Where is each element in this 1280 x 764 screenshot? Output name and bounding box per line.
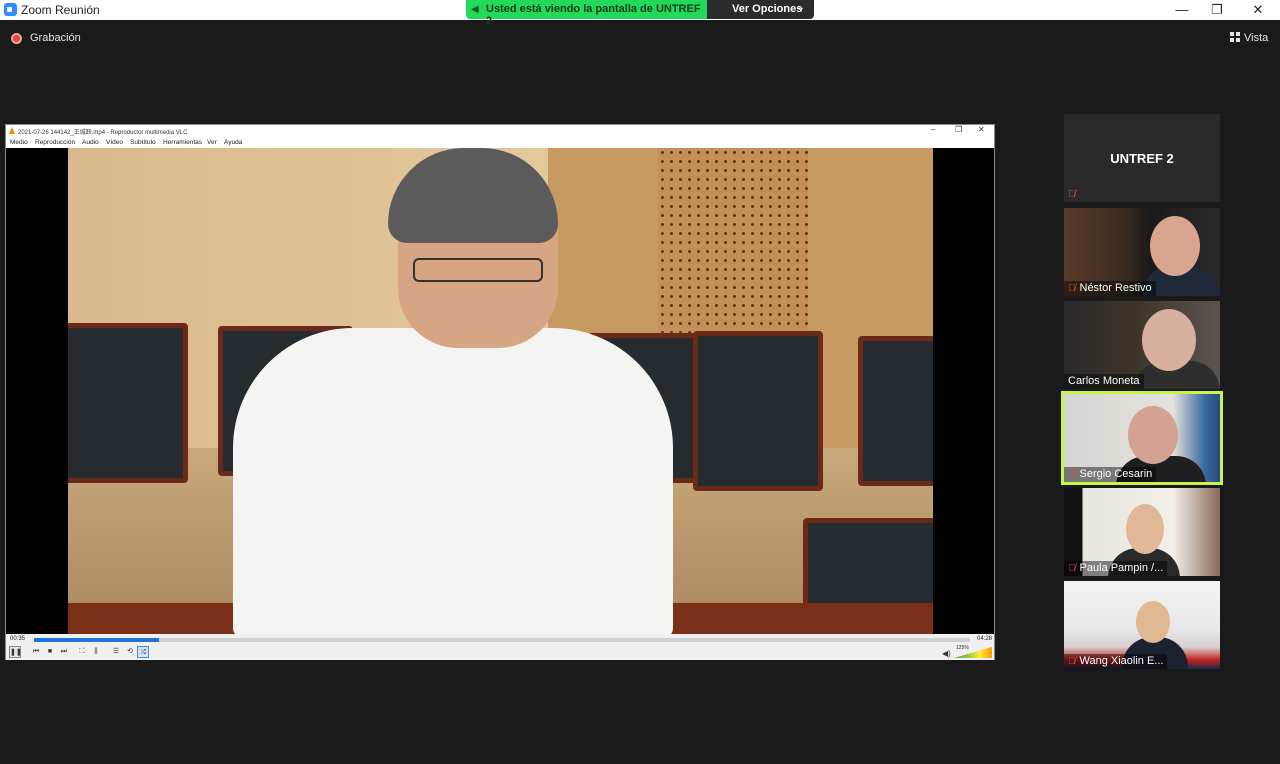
shared-vlc-window: 2021-07-26 144142_王城跃.mp4 - Reproductor … [5, 124, 995, 660]
vlc-title-bar: 2021-07-26 144142_王城跃.mp4 - Reproductor … [6, 125, 994, 136]
participant-tile[interactable]: 🎙̸ Paula Pampin /... [1064, 488, 1220, 576]
participant-name: Wang Xiaolin E... [1079, 655, 1164, 667]
share-banner-text: Usted está viendo la pantalla de UNTREF … [486, 3, 701, 27]
participant-name: Sergio Cesarin [1079, 468, 1153, 480]
vlc-playlist-icon: ☰ [112, 648, 120, 655]
vlc-window-title: 2021-07-26 144142_王城跃.mp4 - Reproductor … [18, 130, 188, 136]
vlc-menu-item: Audio [82, 139, 99, 146]
vlc-time-total: 04:28 [977, 636, 993, 642]
view-button[interactable]: Vista [1230, 32, 1268, 44]
recording-dot-icon [11, 33, 22, 44]
participant-label: 🎙̸ Néstor Restivo [1064, 281, 1156, 296]
vlc-volume-label: 125% [956, 645, 969, 651]
speaker-icon: ◀ [471, 4, 479, 15]
view-options-label: Ver Opciones [732, 3, 803, 15]
vlc-cone-icon [9, 127, 15, 134]
participant-label: Carlos Moneta [1064, 374, 1144, 389]
vlc-menu-item: Ver [207, 139, 217, 146]
vlc-loop-icon: ⟲ [127, 648, 133, 655]
mic-muted-icon: 🎙̸ [1068, 469, 1076, 480]
participant-name: Carlos Moneta [1068, 375, 1140, 387]
participant-face [1136, 601, 1170, 643]
screen-share-banner: ◀ Usted está viendo la pantalla de UNTRE… [466, 0, 707, 27]
chair [693, 331, 823, 491]
participant-face [1128, 406, 1178, 464]
vlc-seek-fill [34, 638, 160, 642]
grid-view-icon [1230, 32, 1240, 42]
window-title: Zoom Reunión [21, 3, 100, 17]
vlc-menu-item: Vídeo [106, 139, 123, 146]
mic-muted-icon: 🎙̸ [1068, 656, 1076, 667]
participant-tile[interactable]: Carlos Moneta [1064, 301, 1220, 389]
participant-tile[interactable]: 🎙̸ Wang Xiaolin E... [1064, 581, 1220, 669]
vlc-menu-item: Herramientas [163, 139, 203, 146]
vlc-seek-bar [34, 638, 970, 642]
vlc-fullscreen-icon: ⛶ [79, 648, 85, 655]
vlc-close-icon: ✕ [978, 125, 985, 134]
vlc-video-area [6, 148, 994, 634]
vlc-time-elapsed: 00:35 [10, 636, 26, 642]
participant-face [1142, 309, 1196, 371]
vlc-shuffle-icon: ⤮ [137, 646, 149, 658]
speaker-glasses [413, 258, 543, 282]
participant-name: Paula Pampin /... [1079, 562, 1164, 574]
minimize-button[interactable]: — [1162, 0, 1202, 20]
video-frame [68, 148, 933, 634]
participant-label: 🎙̸ Wang Xiaolin E... [1064, 654, 1168, 669]
chair [858, 336, 933, 486]
vlc-controls: 00:35 04:28 ❚❚ ⏮ ■ ⏭ ⛶ ⫼ ☰ ⟲ ⤮ ◀) 125% [6, 634, 994, 660]
participant-name: Néstor Restivo [1079, 282, 1152, 294]
participant-face [1150, 216, 1200, 276]
vlc-volume-icon: ◀) [942, 649, 951, 658]
view-label: Vista [1244, 32, 1269, 44]
mic-muted-icon: 🎙̸ [1068, 189, 1076, 200]
speaker-shirt [233, 328, 673, 634]
close-button[interactable]: ✕ [1238, 0, 1278, 20]
vlc-menu-item: Reproducción [35, 139, 76, 146]
vlc-menu-item: Medio [10, 139, 28, 146]
mic-muted-icon: 🎙̸ [1068, 283, 1076, 294]
participant-label: 🎙̸ Sergio Cesarin [1064, 467, 1157, 482]
vlc-previous-icon: ⏮ [32, 648, 40, 655]
recording-label[interactable]: Grabación [30, 32, 81, 44]
chair [68, 323, 188, 483]
participant-label: 🎙̸ Paula Pampin /... [1064, 561, 1168, 576]
vlc-extended-icon: ⫼ [94, 648, 98, 655]
vlc-menu-item: Subtítulo [130, 139, 156, 146]
restore-button[interactable]: ❐ [1197, 0, 1237, 20]
vlc-stop-icon: ■ [47, 648, 53, 655]
vlc-volume-slider: 125% [954, 645, 992, 658]
vlc-pause-icon: ❚❚ [9, 646, 22, 658]
vlc-menu-item: Ayuda [224, 139, 243, 146]
vlc-minimize-icon: – [931, 125, 936, 134]
vlc-next-icon: ⏭ [60, 648, 68, 655]
participant-tile-active-speaker[interactable]: 🎙̸ Sergio Cesarin [1061, 391, 1223, 485]
participant-tile[interactable]: 🎙̸ Néstor Restivo [1064, 208, 1220, 296]
participant-name: UNTREF 2 [1110, 151, 1174, 166]
vlc-menu-bar: Medio Reproducción Audio Vídeo Subtítulo… [6, 137, 994, 148]
mic-muted-icon: 🎙̸ [1068, 563, 1076, 574]
chevron-down-icon: ⌄ [797, 2, 805, 12]
participant-face [1126, 504, 1164, 554]
zoom-app-icon [4, 3, 17, 16]
view-options-button[interactable]: Ver Opciones ⌄ [707, 0, 814, 19]
vlc-restore-icon: ❐ [955, 125, 963, 134]
participant-tile[interactable]: UNTREF 2 🎙̸ [1064, 114, 1220, 202]
